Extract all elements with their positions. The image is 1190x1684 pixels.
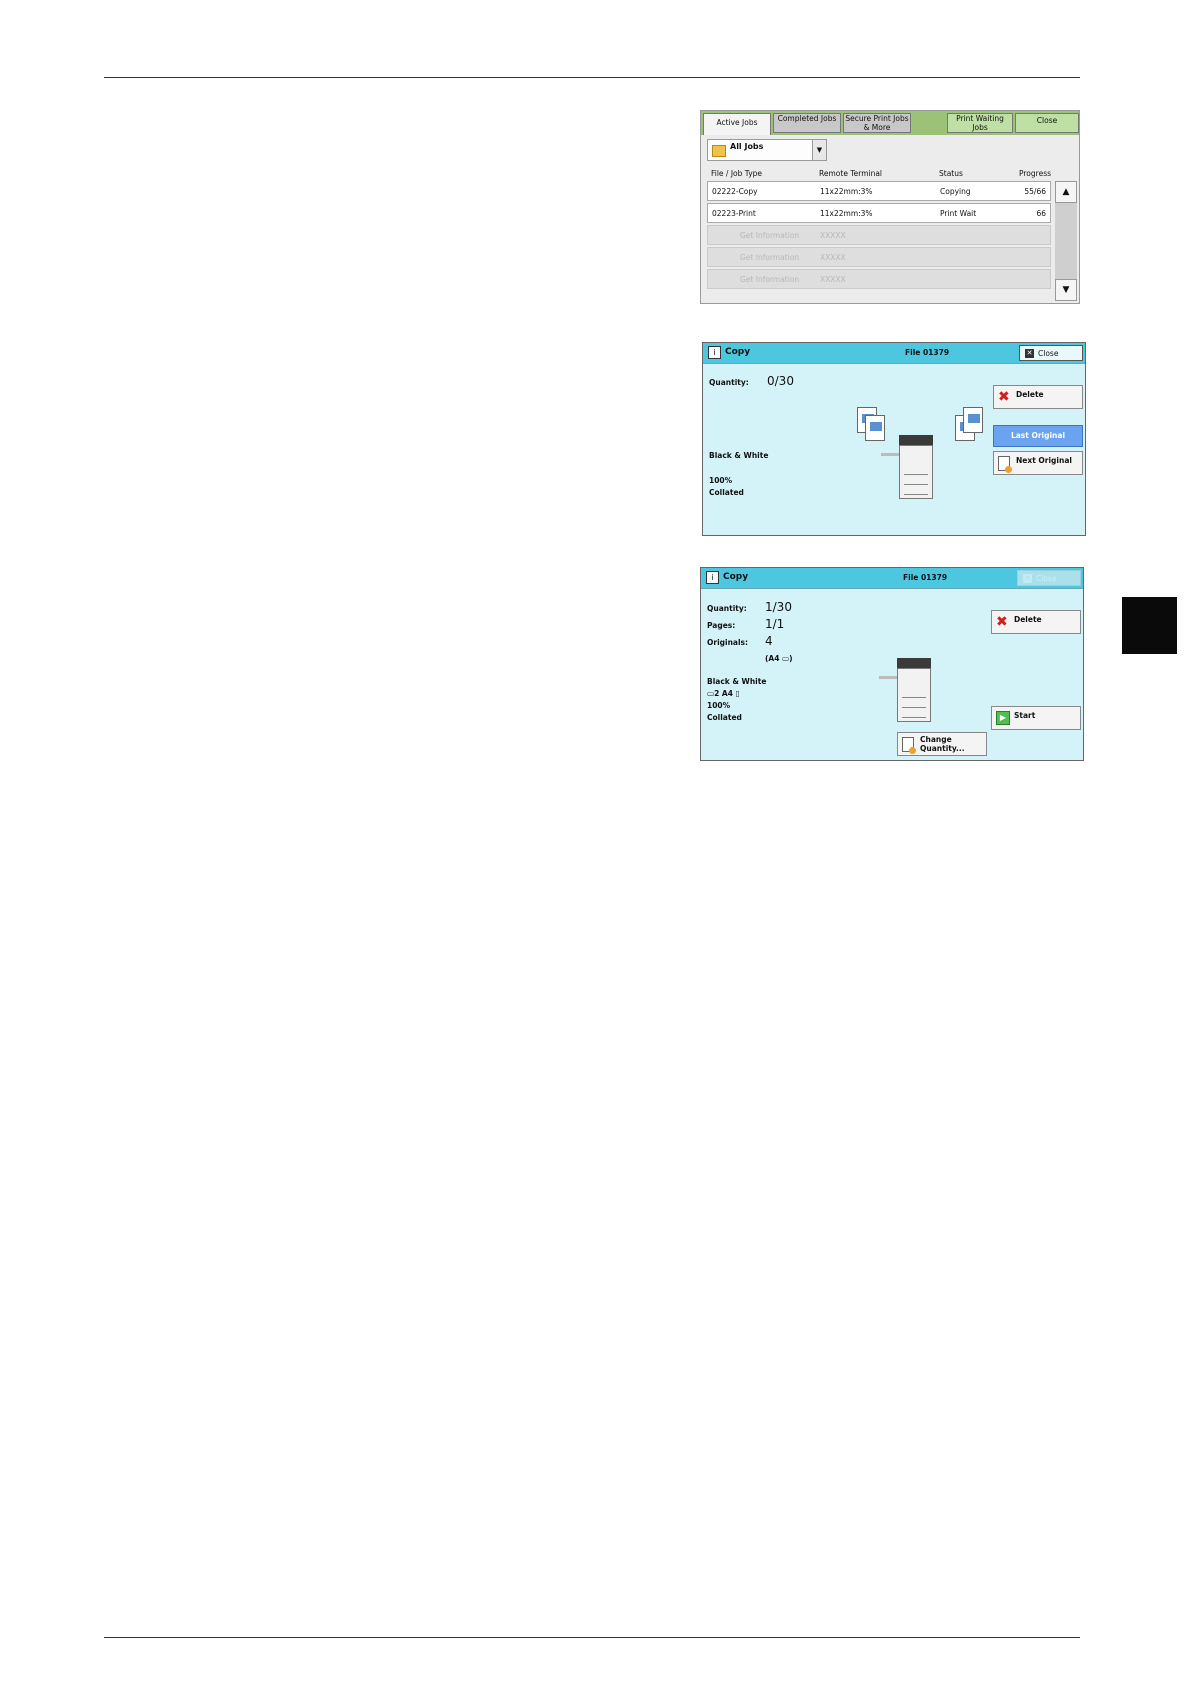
column-header-status: Status <box>939 169 963 178</box>
next-original-button[interactable]: Next Original <box>993 451 1083 475</box>
copy-dialog-ready: i Copy File 01379 ✕ Close Quantity: 1/30… <box>700 567 1084 761</box>
job-filter-value: All Jobs <box>730 142 764 151</box>
start-label: Start <box>1014 711 1036 720</box>
arrow-down-icon: ▼ <box>1062 285 1070 295</box>
file-number: File 01379 <box>905 348 950 357</box>
cell-status: Print Wait <box>940 209 977 218</box>
delete-button[interactable]: ✖ Delete <box>993 385 1083 409</box>
column-header-progress: Progress <box>1019 169 1052 178</box>
cell-file: 02222-Copy <box>712 187 758 196</box>
cell-progress: 66 <box>1036 209 1046 218</box>
column-header-terminal: Remote Terminal <box>819 169 883 178</box>
close-label: Close <box>1038 349 1059 358</box>
tab-print-waiting-jobs[interactable]: Print Waiting Jobs <box>947 113 1013 133</box>
next-original-label: Next Original <box>1016 456 1072 465</box>
dialog-title: Copy <box>725 347 751 357</box>
table-row[interactable]: 02223-Print 11x22mm:3% Print Wait 66 <box>707 203 1051 223</box>
cell-file: Get Information <box>740 275 800 284</box>
chapter-tab <box>1122 597 1177 654</box>
cell-progress: 55/66 <box>1024 187 1046 196</box>
color-mode: Black & White <box>709 451 769 460</box>
tab-active-jobs[interactable]: Active Jobs <box>703 113 771 137</box>
quantity-label: Quantity: <box>707 604 747 613</box>
header-rule <box>104 77 1080 78</box>
change-quantity-line-2: Quantity... <box>920 744 965 753</box>
cell-file: Get Information <box>740 253 800 262</box>
start-button[interactable]: ▶ Start <box>991 706 1081 730</box>
quantity-value: 1/30 <box>765 600 792 614</box>
change-quantity-button[interactable]: Change Quantity... <box>897 732 987 756</box>
quantity-value: 0/30 <box>767 374 794 388</box>
original-document-icon <box>865 415 885 441</box>
start-icon: ▶ <box>996 711 1010 725</box>
delete-x-icon: ✖ <box>996 614 1008 630</box>
close-button: ✕ Close <box>1017 570 1081 586</box>
delete-x-icon: ✖ <box>998 389 1010 405</box>
jobs-folder-icon <box>712 145 726 157</box>
pages-label: Pages: <box>707 621 736 630</box>
scale-value: 100% <box>709 476 733 485</box>
scroll-up-button[interactable]: ▲ <box>1055 181 1077 203</box>
file-number: File 01379 <box>903 573 948 582</box>
dialog-title-bar: i Copy File 01379 ✕ Close <box>701 568 1083 589</box>
change-quantity-line-1: Change <box>920 735 952 744</box>
paper-tray: ▭2 A4 ▯ <box>707 689 740 698</box>
cell-file: Get Information <box>740 231 800 240</box>
table-row: Get Information XXXXX <box>707 269 1051 289</box>
cell-file: 02223-Print <box>712 209 756 218</box>
close-label: Close <box>1036 574 1057 583</box>
cell-terminal: XXXXX <box>820 231 846 240</box>
close-icon: ✕ <box>1023 574 1032 583</box>
next-original-icon <box>998 456 1012 473</box>
cell-status: Copying <box>940 187 971 196</box>
cell-terminal: XXXXX <box>820 275 846 284</box>
output-mode: Collated <box>709 488 744 497</box>
close-button[interactable]: Close <box>1015 113 1079 133</box>
cell-terminal: 11x22mm:3% <box>820 209 873 218</box>
last-original-button[interactable]: Last Original <box>993 425 1083 447</box>
cell-terminal: XXXXX <box>820 253 846 262</box>
scale-value: 100% <box>707 701 731 710</box>
table-row: Get Information XXXXX <box>707 247 1051 267</box>
chevron-down-icon: ▼ <box>812 140 826 160</box>
footer-rule <box>104 1637 1080 1638</box>
table-row[interactable]: 02222-Copy 11x22mm:3% Copying 55/66 <box>707 181 1051 201</box>
last-original-label: Last Original <box>1010 431 1066 440</box>
originals-size: (A4 ▭) <box>765 654 793 663</box>
close-icon: ✕ <box>1025 349 1034 358</box>
color-mode: Black & White <box>707 677 767 686</box>
pages-value: 1/1 <box>765 617 785 631</box>
originals-value: 4 <box>765 634 773 648</box>
info-icon: i <box>708 346 721 359</box>
job-status-panel: Active Jobs Completed Jobs Secure Print … <box>700 110 1080 304</box>
originals-label: Originals: <box>707 638 749 647</box>
output-document-icon <box>963 407 983 433</box>
scroll-down-button[interactable]: ▼ <box>1055 279 1077 301</box>
output-mode: Collated <box>707 713 742 722</box>
quantity-label: Quantity: <box>709 378 749 387</box>
change-quantity-icon <box>902 737 916 754</box>
change-quantity-label: Change Quantity... <box>920 735 965 753</box>
scrollbar-track[interactable] <box>1055 203 1077 279</box>
delete-label: Delete <box>1014 615 1042 624</box>
cell-terminal: 11x22mm:3% <box>820 187 873 196</box>
dialog-title: Copy <box>723 572 749 582</box>
tab-secure-print-jobs[interactable]: Secure Print Jobs & More <box>843 113 911 133</box>
job-filter-dropdown[interactable]: All Jobs ▼ <box>707 139 827 161</box>
job-tabs: Active Jobs Completed Jobs Secure Print … <box>701 111 1079 137</box>
dialog-title-bar: i Copy File 01379 ✕ Close <box>703 343 1085 364</box>
delete-label: Delete <box>1016 390 1044 399</box>
info-icon: i <box>706 571 719 584</box>
arrow-up-icon: ▲ <box>1062 187 1070 197</box>
column-header-file: File / Job Type <box>711 169 763 178</box>
tab-completed-jobs[interactable]: Completed Jobs <box>773 113 841 133</box>
close-button[interactable]: ✕ Close <box>1019 345 1083 361</box>
delete-button[interactable]: ✖ Delete <box>991 610 1081 634</box>
copy-dialog-scanning: i Copy File 01379 ✕ Close Quantity: 0/30… <box>702 342 1086 536</box>
job-list-body: All Jobs ▼ File / Job Type Remote Termin… <box>701 135 1079 303</box>
table-row: Get Information XXXXX <box>707 225 1051 245</box>
